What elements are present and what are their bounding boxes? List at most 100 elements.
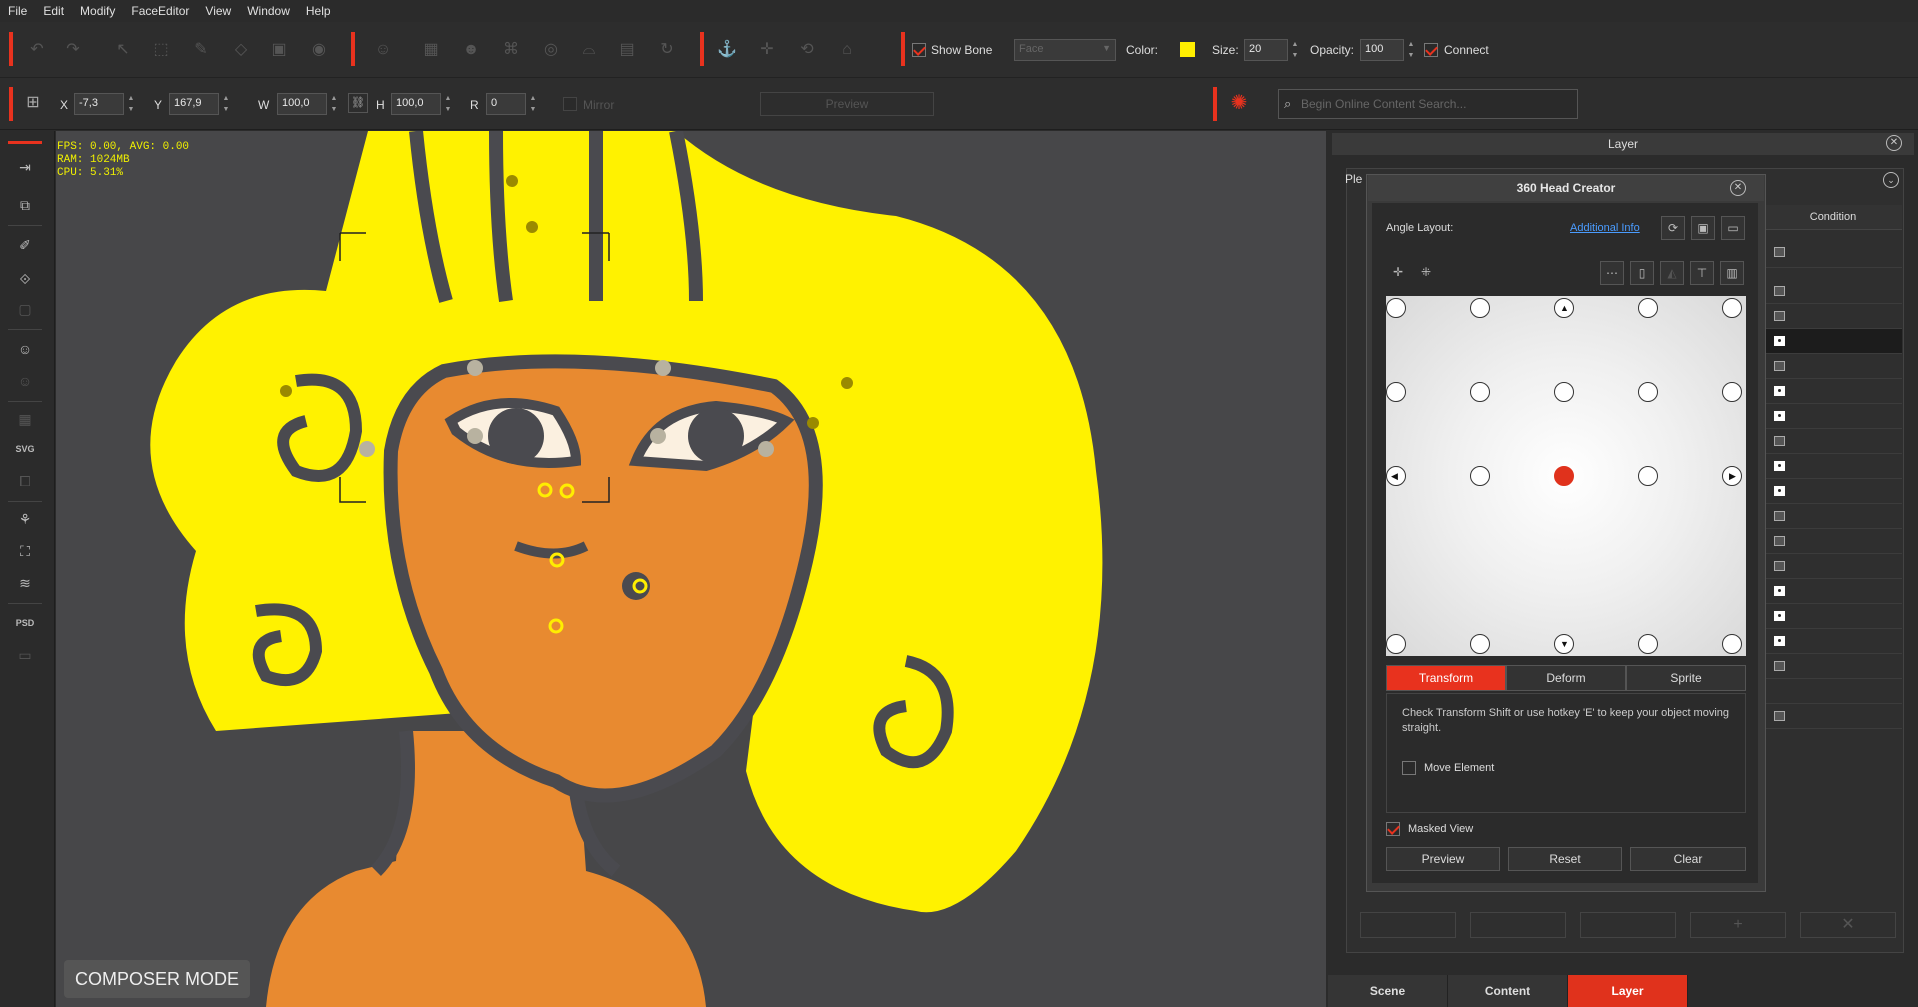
visibility-icon[interactable] bbox=[1774, 361, 1785, 371]
menu-edit[interactable]: Edit bbox=[35, 4, 72, 18]
eye-icon[interactable] bbox=[1774, 336, 1785, 346]
table-row[interactable] bbox=[1764, 454, 1902, 479]
rotate-icon[interactable]: ⟲ bbox=[796, 39, 818, 61]
visibility-icon[interactable] bbox=[1774, 311, 1785, 321]
anchor-points-icon[interactable]: ⁜ bbox=[1414, 261, 1438, 285]
import-icon[interactable]: ⇥ bbox=[13, 155, 37, 179]
refresh-head-icon[interactable]: ↻ bbox=[656, 39, 678, 61]
visibility-icon[interactable] bbox=[1774, 511, 1785, 521]
masked-view-checkbox[interactable] bbox=[1386, 822, 1400, 836]
table-row[interactable] bbox=[1764, 554, 1902, 579]
group-layer-button[interactable] bbox=[1470, 912, 1566, 938]
move-icon[interactable]: ✛ bbox=[756, 39, 778, 61]
eye-icon[interactable] bbox=[1774, 636, 1785, 646]
angle-node[interactable] bbox=[1470, 298, 1490, 318]
home-icon[interactable]: ⌂ bbox=[836, 39, 858, 61]
duplicate-layer-button[interactable] bbox=[1580, 912, 1676, 938]
y-spinner[interactable]: ▲ ▼ bbox=[221, 93, 231, 115]
eye-icon[interactable] bbox=[1774, 411, 1785, 421]
table-row[interactable] bbox=[1764, 240, 1902, 268]
angle-node-down[interactable]: ▼ bbox=[1554, 634, 1574, 654]
document-icon[interactable]: ▯ bbox=[1630, 261, 1654, 285]
pen-icon[interactable]: ✎ bbox=[190, 39, 212, 61]
head-outline-icon[interactable]: ☺ bbox=[13, 369, 37, 393]
menu-window[interactable]: Window bbox=[239, 4, 298, 18]
psd-icon[interactable]: PSD bbox=[13, 611, 37, 635]
save-icon[interactable]: ▣ bbox=[1691, 216, 1715, 240]
lasso-icon[interactable]: ⬚ bbox=[150, 39, 172, 61]
angle-node[interactable] bbox=[1722, 634, 1742, 654]
visibility-icon[interactable] bbox=[1774, 711, 1785, 721]
x-spinner[interactable]: ▲ ▼ bbox=[126, 93, 136, 115]
angle-node[interactable] bbox=[1722, 298, 1742, 318]
face-icon[interactable]: ☻ bbox=[460, 39, 482, 61]
angle-node[interactable] bbox=[1386, 382, 1406, 402]
x-input[interactable]: -7,3 bbox=[74, 93, 124, 115]
eye-shape-icon[interactable]: ◎ bbox=[540, 39, 562, 61]
angle-node[interactable] bbox=[1722, 382, 1742, 402]
content-search-input[interactable]: ⌕ Begin Online Content Search... bbox=[1278, 89, 1578, 119]
mouth-icon[interactable]: ⌓ bbox=[578, 39, 600, 61]
reset-button[interactable]: Reset bbox=[1508, 847, 1622, 871]
head-icon[interactable]: ☺ bbox=[372, 39, 394, 61]
angle-node[interactable] bbox=[1638, 382, 1658, 402]
mirror-checkbox[interactable] bbox=[563, 97, 577, 111]
stripes-icon[interactable]: ≋ bbox=[13, 571, 37, 595]
visibility-icon[interactable] bbox=[1774, 436, 1785, 446]
tab-transform[interactable]: Transform bbox=[1386, 665, 1506, 691]
angle-node[interactable] bbox=[1470, 382, 1490, 402]
add-layer-button[interactable] bbox=[1360, 912, 1456, 938]
table-row[interactable] bbox=[1764, 579, 1902, 604]
face-dropdown[interactable]: Face ▼ bbox=[1014, 39, 1116, 61]
anchor-icon[interactable]: ⚓ bbox=[716, 39, 738, 61]
menu-modify[interactable]: Modify bbox=[72, 4, 123, 18]
show-bone-checkbox[interactable] bbox=[912, 43, 926, 57]
eye-icon[interactable] bbox=[1774, 461, 1785, 471]
mesh-icon[interactable]: ▤ bbox=[616, 39, 638, 61]
table-row[interactable] bbox=[1764, 429, 1902, 454]
align-icon[interactable]: ⊤ bbox=[1690, 261, 1714, 285]
opacity-spinner[interactable]: ▲ ▼ bbox=[1406, 39, 1416, 61]
chevron-down-icon[interactable]: ⌄ bbox=[1883, 172, 1899, 188]
table-row[interactable] bbox=[1764, 704, 1902, 729]
angle-node[interactable] bbox=[1470, 466, 1490, 486]
menu-file[interactable]: File bbox=[0, 4, 35, 18]
stage-canvas[interactable] bbox=[56, 131, 1326, 1007]
tab-sprite[interactable]: Sprite bbox=[1626, 665, 1746, 691]
copy-icon[interactable]: ⧠ bbox=[13, 469, 37, 493]
frame-icon[interactable]: ▢ bbox=[13, 297, 37, 321]
close-icon[interactable]: ✕ bbox=[1730, 180, 1746, 196]
angle-node[interactable] bbox=[1638, 298, 1658, 318]
connect-checkbox[interactable] bbox=[1424, 43, 1438, 57]
link-icon[interactable]: ⛓ bbox=[348, 93, 368, 113]
table-row[interactable] bbox=[1764, 404, 1902, 429]
sprite-icon[interactable]: ⟐ bbox=[13, 267, 37, 291]
hair-icon[interactable]: ⌘ bbox=[500, 39, 522, 61]
r-spinner[interactable]: ▲ ▼ bbox=[528, 93, 538, 115]
visibility-icon[interactable] bbox=[1774, 247, 1785, 257]
h-input[interactable]: 100,0 bbox=[391, 93, 441, 115]
head-grid-icon[interactable]: ☺ bbox=[13, 337, 37, 361]
table-row[interactable] bbox=[1764, 354, 1902, 379]
crosshair-icon[interactable]: ✛ bbox=[1386, 261, 1410, 285]
additional-info-link[interactable]: Additional Info bbox=[1570, 222, 1640, 234]
angle-node[interactable] bbox=[1638, 634, 1658, 654]
r-input[interactable]: 0 bbox=[486, 93, 526, 115]
eye-icon[interactable] bbox=[1774, 386, 1785, 396]
stack-icon[interactable]: ⧉ bbox=[13, 193, 37, 217]
table-row[interactable] bbox=[1764, 329, 1902, 354]
table-row[interactable] bbox=[1764, 604, 1902, 629]
select-icon[interactable]: ↖ bbox=[112, 39, 134, 61]
clear-button[interactable]: Clear bbox=[1630, 847, 1746, 871]
angle-grid[interactable]: ▲ ◀ ▶ ▼ bbox=[1386, 296, 1746, 656]
table-row[interactable] bbox=[1764, 629, 1902, 654]
color-swatch[interactable] bbox=[1180, 42, 1195, 57]
visibility-icon[interactable] bbox=[1774, 536, 1785, 546]
table-row[interactable] bbox=[1764, 529, 1902, 554]
angle-node[interactable] bbox=[1638, 466, 1658, 486]
move-element-checkbox[interactable] bbox=[1402, 761, 1416, 775]
delete-icon[interactable]: ✕ bbox=[1800, 912, 1896, 938]
mirror-icon[interactable]: ◭ bbox=[1660, 261, 1684, 285]
angle-node-right[interactable]: ▶ bbox=[1722, 466, 1742, 486]
sync-icon[interactable]: ⟳ bbox=[1661, 216, 1685, 240]
